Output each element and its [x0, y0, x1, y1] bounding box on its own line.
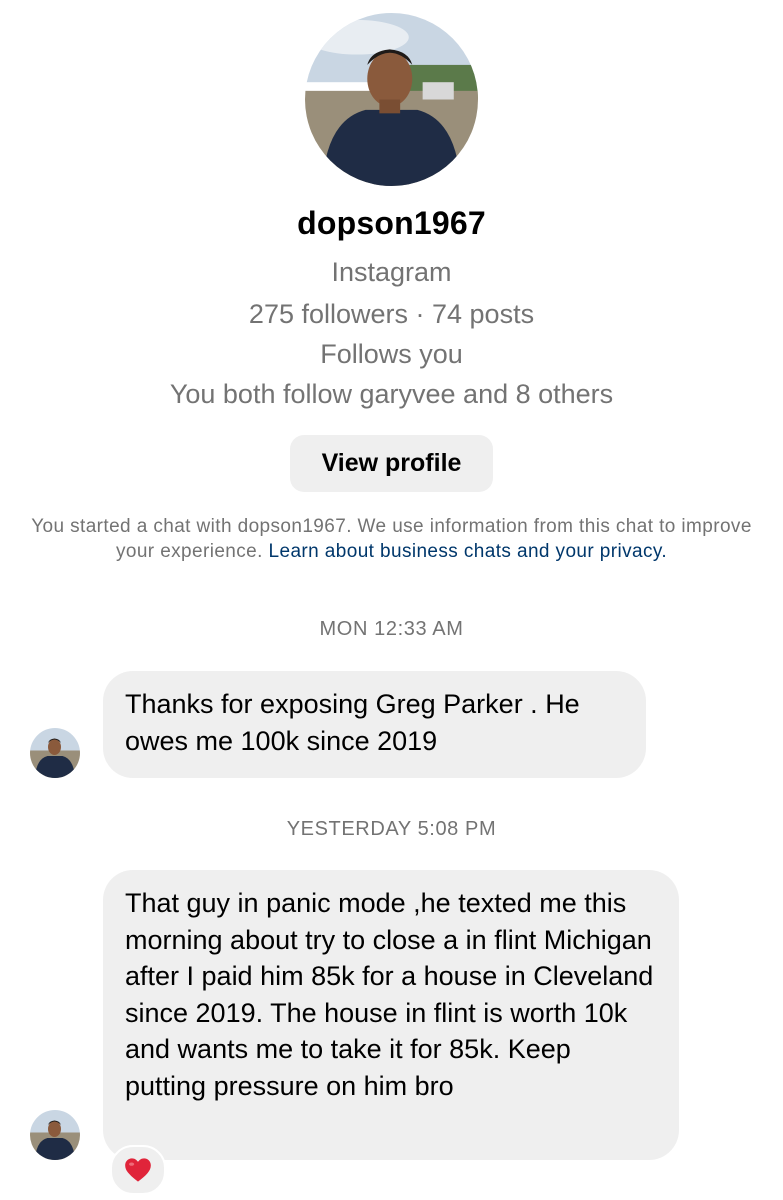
profile-avatar[interactable] [305, 13, 478, 186]
chat-notice: You started a chat with dopson1967. We u… [20, 514, 763, 564]
message-bubble[interactable]: Thanks for exposing Greg Parker . He owe… [103, 671, 646, 778]
heart-icon [124, 1157, 152, 1183]
profile-stats: 275 followers · 74 posts [248, 299, 535, 329]
sender-avatar[interactable] [30, 1110, 80, 1160]
profile-username: dopson1967 [297, 205, 486, 241]
privacy-link[interactable]: Learn about business chats and your priv… [269, 541, 668, 562]
sender-avatar[interactable] [30, 728, 80, 778]
profile-platform: Instagram [331, 257, 452, 287]
message-timestamp: YESTERDAY 5:08 PM [286, 818, 497, 840]
mutual-followers: You both follow garyvee and 8 others [169, 379, 614, 409]
view-profile-button[interactable]: View profile [290, 435, 493, 492]
message-reaction[interactable] [110, 1145, 166, 1195]
message-bubble[interactable]: That guy in panic mode ,he texted me thi… [103, 870, 679, 1160]
follows-you-label: Follows you [320, 339, 463, 369]
message-timestamp: MON 12:33 AM [319, 618, 464, 640]
